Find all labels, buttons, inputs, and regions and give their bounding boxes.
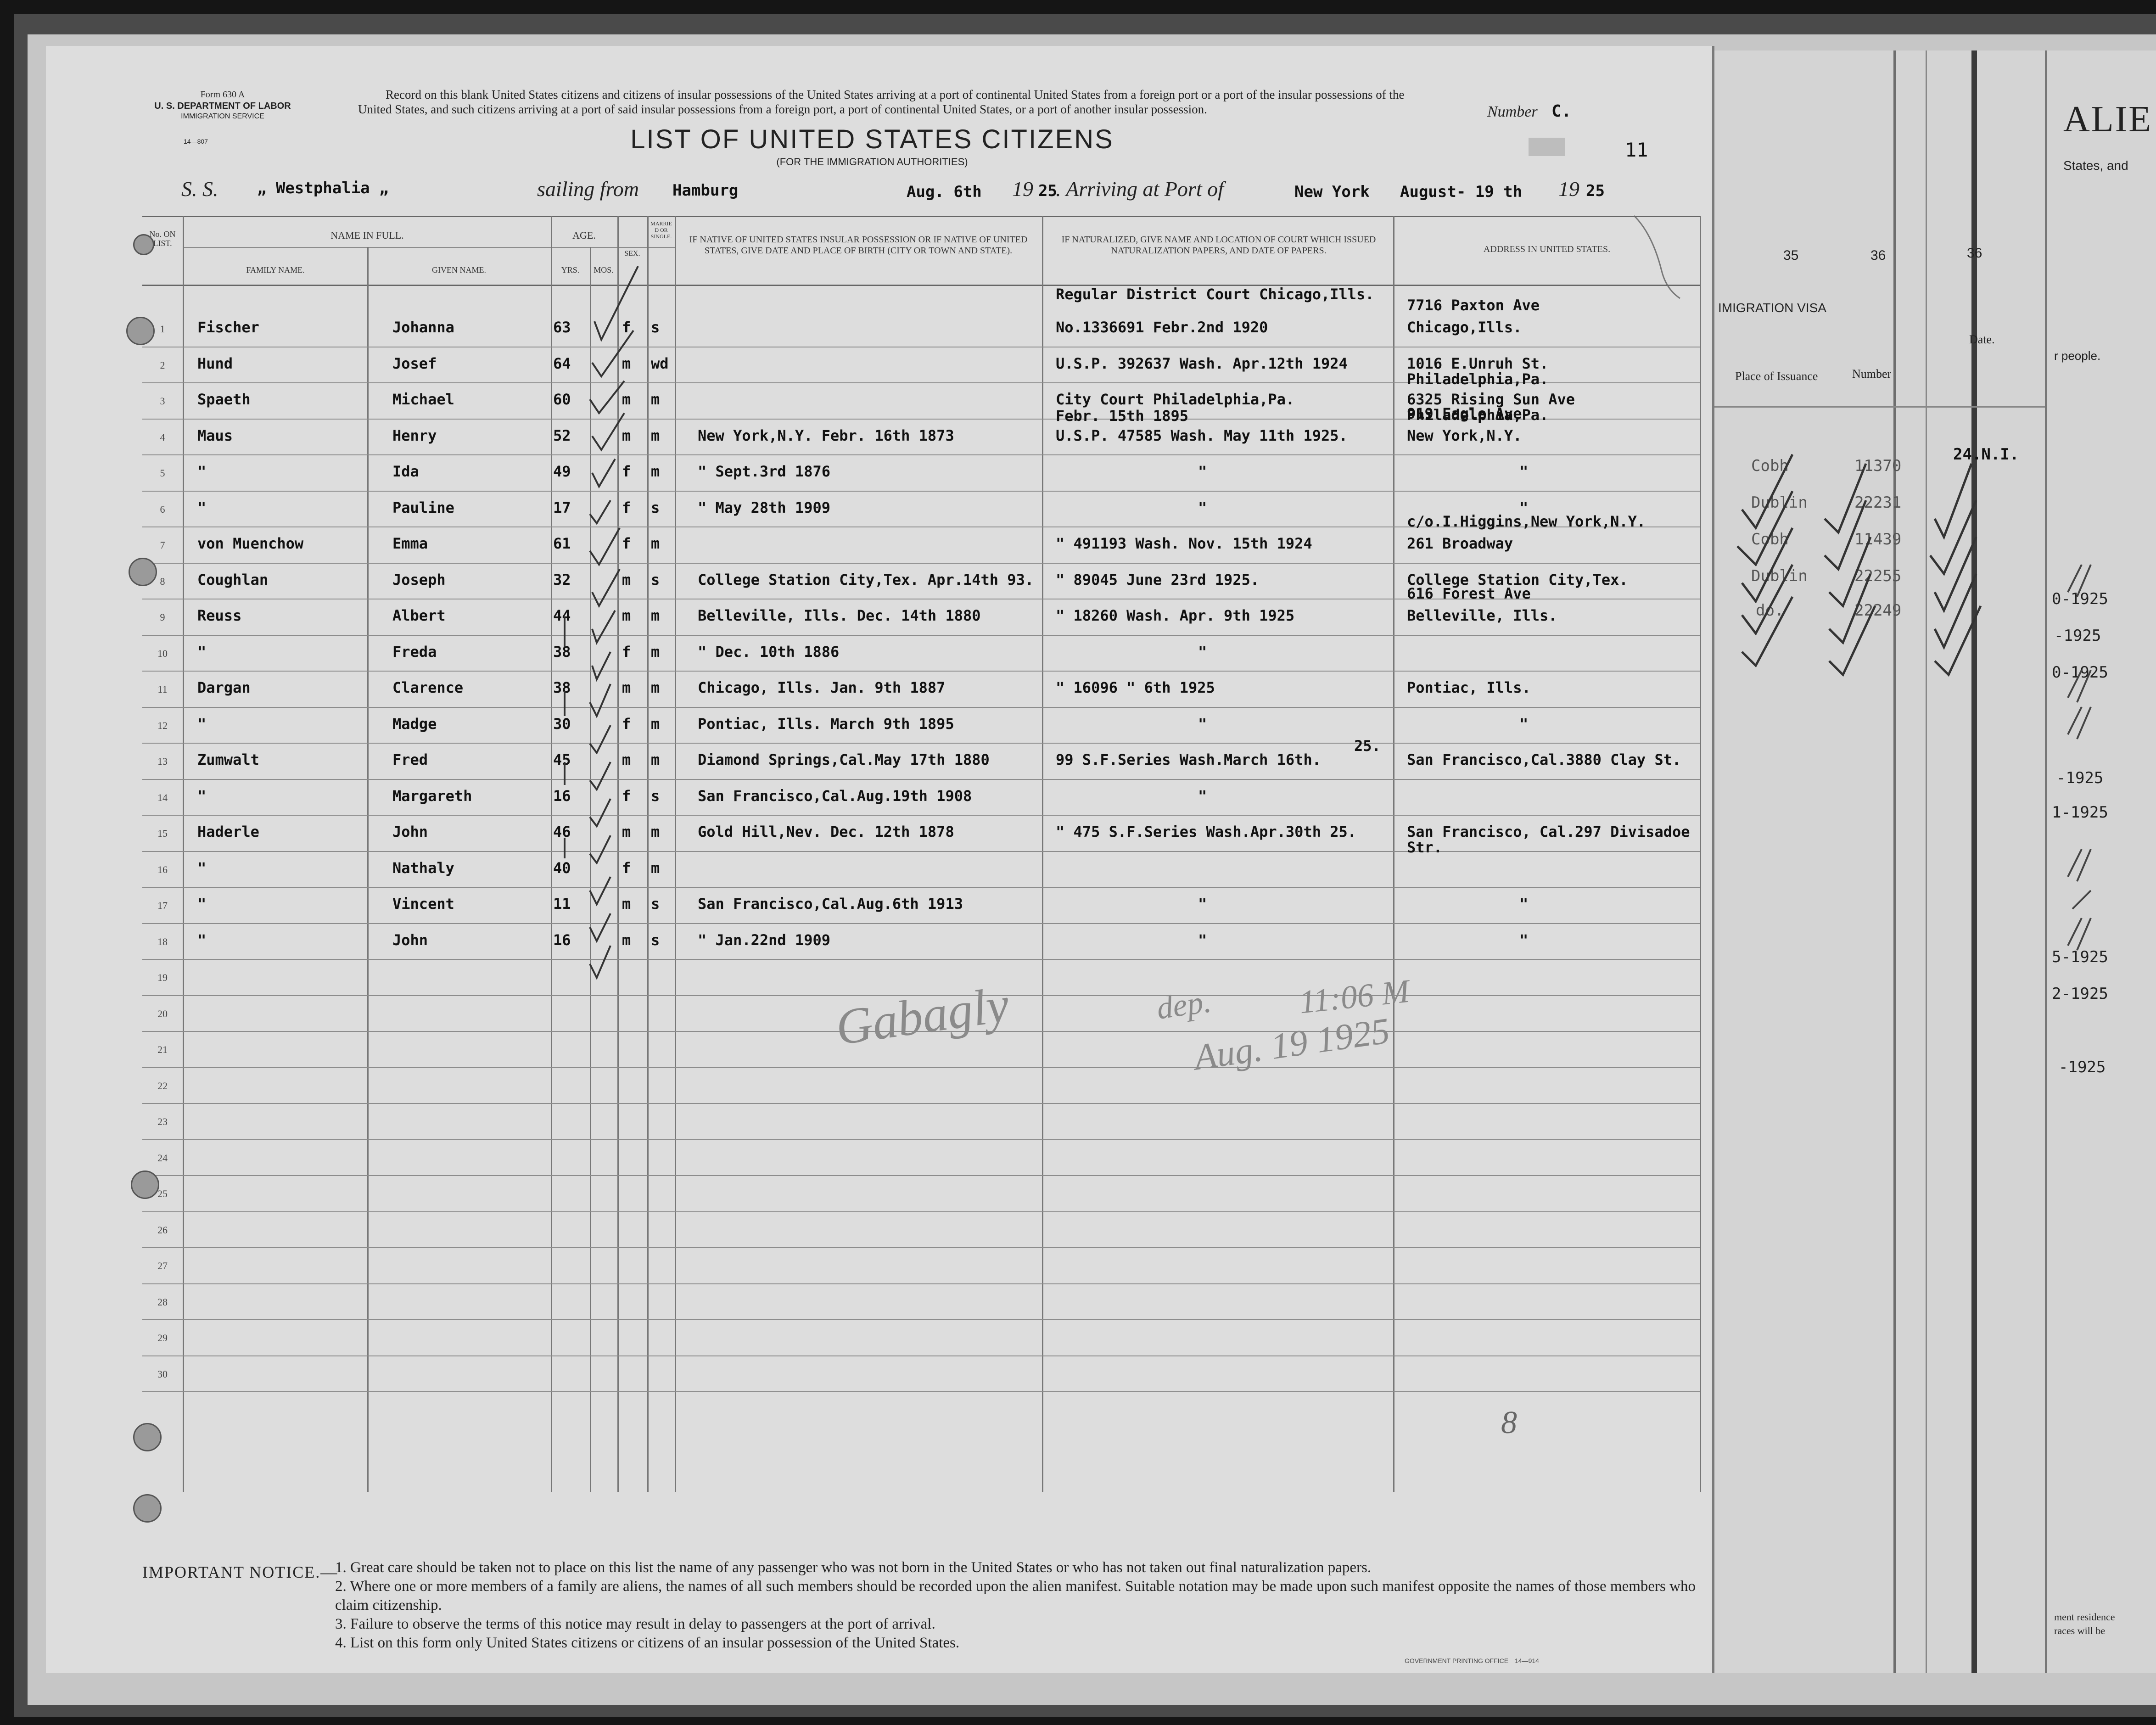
- notice-item: 3. Failure to observe the terms of this …: [335, 1616, 935, 1632]
- handwriting-layer: [564, 215, 1680, 980]
- notice-item: 4. List on this form only United States …: [335, 1635, 960, 1651]
- notice-item: 2. Where one or more members of a family…: [335, 1578, 1696, 1613]
- margin-mark: 8: [1501, 1405, 1517, 1440]
- handwritten-note: dep.: [1154, 984, 1214, 1026]
- notice-item: 1. Great care should be taken not to pla…: [335, 1559, 1372, 1576]
- notice-title: IMPORTANT NOTICE.—: [142, 1563, 338, 1581]
- printer-code: 14—914: [1515, 1657, 1539, 1664]
- printer-name: GOVERNMENT PRINTING OFFICE: [1405, 1657, 1509, 1664]
- notice-items: 1. Great care should be taken not to pla…: [335, 1558, 1712, 1652]
